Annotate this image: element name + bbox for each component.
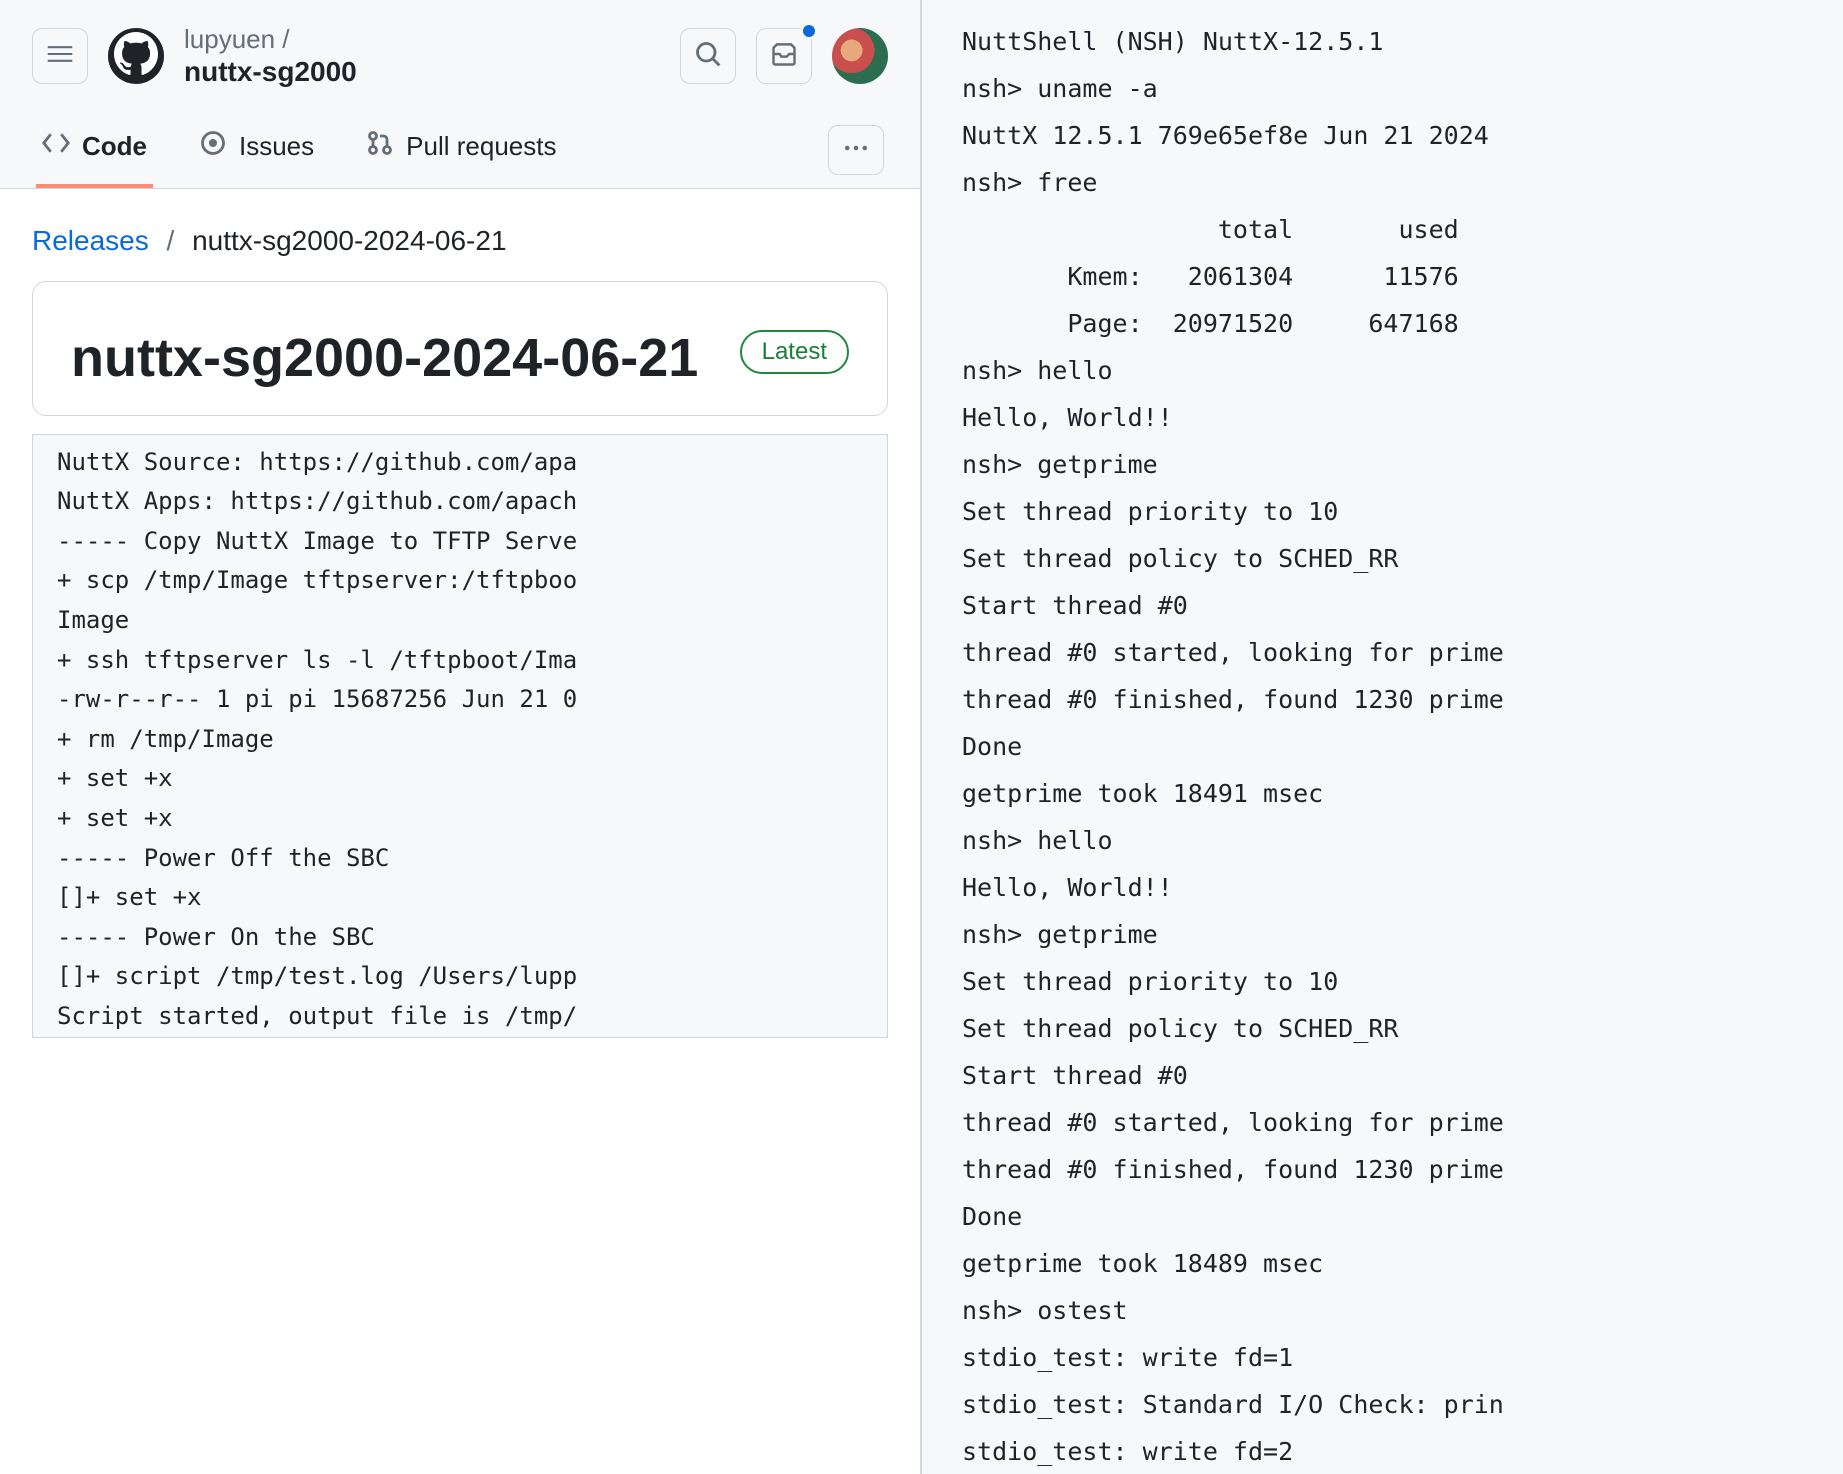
repo-tabs: Code Issues Pull requests: [32, 113, 888, 188]
tab-code-label: Code: [82, 131, 147, 162]
notification-dot-icon: [801, 23, 817, 39]
left-pane: lupyuen / nuttx-sg2000 Code: [0, 0, 920, 1474]
hamburger-icon: [46, 40, 74, 73]
right-pane: NuttShell (NSH) NuttX-12.5.1 nsh> uname …: [920, 0, 1843, 1474]
more-tabs-button[interactable]: [828, 125, 884, 175]
tab-issues[interactable]: Issues: [193, 113, 320, 188]
tab-pulls-label: Pull requests: [406, 131, 556, 162]
repo-header: lupyuen / nuttx-sg2000 Code: [0, 0, 920, 189]
repo-path[interactable]: lupyuen / nuttx-sg2000: [184, 24, 660, 89]
tab-code[interactable]: Code: [36, 113, 153, 188]
tab-issues-label: Issues: [239, 131, 314, 162]
header-top-row: lupyuen / nuttx-sg2000: [32, 24, 888, 113]
release-card: nuttx-sg2000-2024-06-21 Latest: [32, 281, 888, 416]
hamburger-menu-button[interactable]: [32, 28, 88, 84]
breadcrumb-separator: /: [167, 225, 175, 256]
breadcrumb-current: nuttx-sg2000-2024-06-21: [192, 225, 506, 256]
repo-owner: lupyuen /: [184, 24, 660, 55]
search-button[interactable]: [680, 28, 736, 84]
breadcrumb-releases-link[interactable]: Releases: [32, 225, 149, 256]
search-icon: [694, 40, 722, 73]
breadcrumb: Releases / nuttx-sg2000-2024-06-21: [0, 189, 920, 281]
inbox-icon: [770, 40, 798, 73]
release-title: nuttx-sg2000-2024-06-21: [71, 322, 698, 395]
avatar[interactable]: [832, 28, 888, 84]
kebab-icon: [842, 134, 870, 167]
terminal-output[interactable]: NuttShell (NSH) NuttX-12.5.1 nsh> uname …: [962, 18, 1815, 1474]
tab-pull-requests[interactable]: Pull requests: [360, 113, 562, 188]
issue-icon: [199, 129, 227, 164]
inbox-button[interactable]: [756, 28, 812, 84]
release-code-block[interactable]: NuttX Source: https://github.com/apa Nut…: [32, 434, 888, 1038]
code-icon: [42, 129, 70, 164]
repo-name: nuttx-sg2000: [184, 55, 660, 89]
github-icon: [114, 32, 158, 81]
pull-request-icon: [366, 129, 394, 164]
latest-badge: Latest: [740, 330, 849, 374]
github-logo[interactable]: [108, 28, 164, 84]
